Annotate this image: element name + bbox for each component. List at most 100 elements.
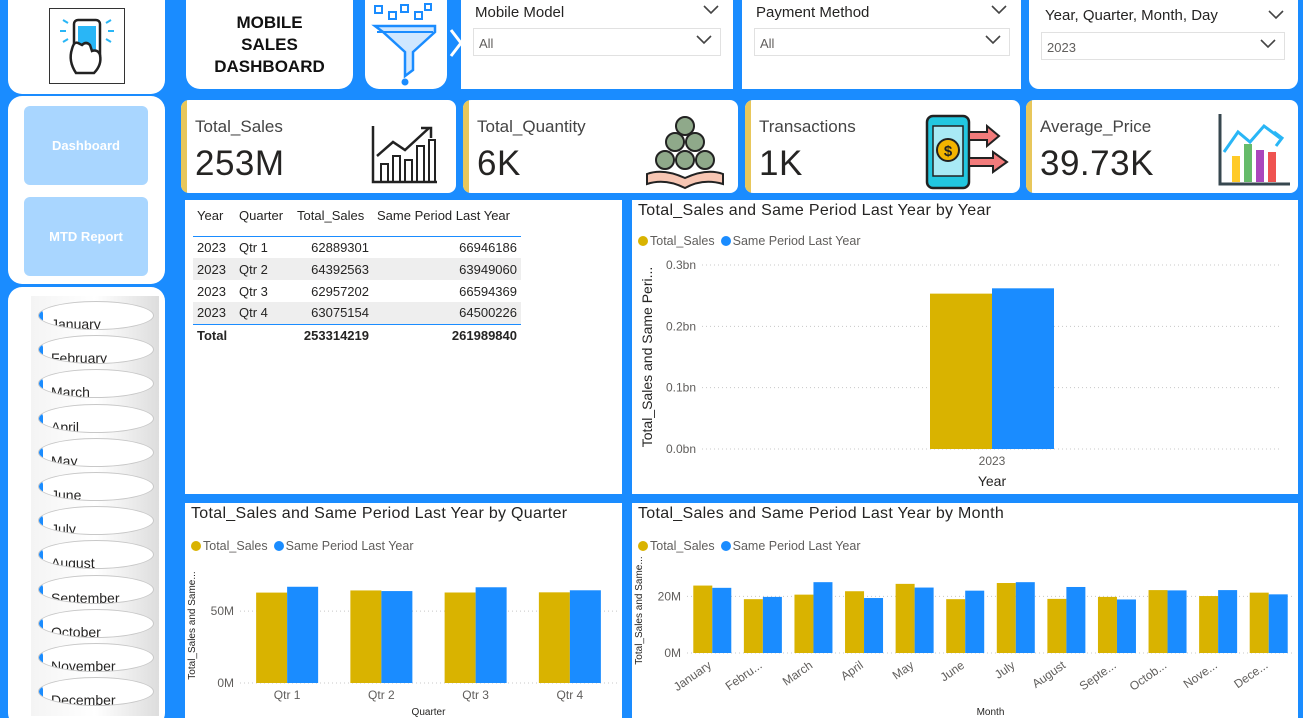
bar [794, 594, 814, 653]
bar [1199, 596, 1219, 653]
chevron-down-icon [985, 35, 1001, 45]
bar [996, 583, 1016, 653]
date-dropdown[interactable]: 2023 [1041, 32, 1285, 60]
x-tick-label: June [938, 658, 968, 685]
chevron-down-icon [1260, 39, 1276, 49]
month-label: December [51, 692, 116, 707]
chart-title: Total_Sales and Same Period Last Year by… [191, 505, 568, 522]
x-tick-label: Qtr 3 [462, 688, 489, 702]
legend-dot [638, 541, 648, 551]
payment-method-slicer: Payment Method All [742, 0, 1021, 89]
bar [569, 590, 601, 683]
line-chart-icon [371, 126, 437, 184]
month-slicer-item[interactable]: April [38, 403, 154, 433]
legend-item[interactable]: Total_Sales [638, 234, 715, 248]
x-tick-label: Dece... [1231, 658, 1270, 691]
x-tick-label: Nove... [1181, 658, 1220, 691]
table-cell: Qtr 1 [239, 239, 268, 255]
mtd-report-button[interactable]: MTD Report [24, 197, 148, 276]
table-total-label: Total [197, 327, 228, 343]
month-slicer-item[interactable]: November [38, 643, 154, 672]
table-header[interactable]: Total_Sales [293, 208, 373, 236]
kpi-label: Transactions [759, 117, 856, 136]
y-tick-label: 0M [664, 646, 681, 660]
chart-legend: Total_Sales Same Period Last Year [638, 234, 861, 248]
legend-item[interactable]: Same Period Last Year [720, 234, 861, 248]
chart-sales-by-month: Total_Sales and Same Period Last Year by… [632, 503, 1298, 718]
y-tick-label: 0.0bn [666, 442, 696, 456]
chart-plot: 0M 50M Qtr 1 Qtr 2 Qtr 3 Qtr 4 Quarter Total_Sa… [187, 571, 617, 718]
month-label: June [51, 487, 82, 501]
month-slicer-item[interactable]: September [38, 574, 154, 604]
bar [895, 583, 915, 653]
month-slicer-item[interactable]: October [38, 608, 154, 638]
month-slicer-item[interactable]: January [38, 301, 154, 330]
legend-label: Same Period Last Year [732, 539, 861, 553]
bar [992, 288, 1054, 449]
y-tick-label: 50M [211, 604, 234, 618]
x-tick-label: March [780, 658, 815, 689]
slicer-title: Year, Quarter, Month, Day [1045, 7, 1218, 24]
legend-item[interactable]: Total_Sales [191, 539, 268, 553]
table-header[interactable]: Same Period Last Year [373, 208, 521, 236]
bar [845, 591, 865, 653]
chevron-down-icon[interactable] [991, 5, 1007, 15]
legend-item[interactable]: Same Period Last Year [720, 539, 861, 553]
kpi-label: Total_Quantity [477, 117, 586, 136]
x-tick-label: August [1029, 658, 1068, 691]
chevron-down-icon[interactable] [703, 5, 719, 15]
navigation-panel: Dashboard MTD Report [8, 96, 165, 284]
bar [914, 587, 934, 653]
svg-text:$: $ [944, 143, 953, 160]
month-slicer-item[interactable]: May [38, 437, 154, 467]
y-tick-label: 0.2bn [666, 319, 696, 333]
bar [1116, 599, 1136, 653]
legend-item[interactable]: Total_Sales [638, 539, 715, 553]
table-cell: 64392563 [311, 261, 369, 277]
x-tick-label: Qtr 4 [557, 688, 584, 702]
bar [256, 592, 288, 683]
table-row: 2023 Qtr 4 63075154 64500226 [193, 302, 521, 324]
kpi-accent [181, 100, 187, 193]
payment-method-dropdown[interactable]: All [754, 28, 1010, 56]
kpi-accent [1026, 100, 1032, 193]
legend-label: Total_Sales [650, 234, 715, 248]
month-slicer-item[interactable]: February [38, 335, 154, 365]
bar [946, 599, 966, 653]
bar [693, 585, 713, 653]
kpi-accent [745, 100, 751, 193]
table-cell: 64500226 [459, 305, 517, 321]
mobile-model-dropdown[interactable]: All [473, 28, 721, 56]
kpi-total-sales: Total_Sales 253M [181, 100, 456, 193]
dropdown-value: All [479, 36, 494, 51]
bar [1047, 598, 1067, 653]
dashboard-button[interactable]: Dashboard [24, 106, 148, 185]
table-cell: 2023 [197, 283, 226, 299]
table-header[interactable]: Quarter [235, 208, 293, 236]
bar [762, 596, 782, 653]
x-tick-label: Octob... [1127, 658, 1169, 694]
table-cell: 2023 [197, 261, 226, 277]
month-slicer-item[interactable]: December [38, 677, 154, 707]
month-label: August [51, 555, 95, 570]
legend-dot [720, 541, 731, 551]
x-axis-title: Year [978, 473, 1007, 489]
month-slicer-item[interactable]: June [38, 472, 154, 501]
x-tick-label: April [838, 658, 866, 683]
legend-item[interactable]: Same Period Last Year [273, 539, 414, 553]
bar [864, 598, 884, 653]
table-cell: 63075154 [311, 305, 369, 321]
chevron-down-icon[interactable] [1268, 10, 1284, 20]
table-cell: 63949060 [459, 261, 517, 277]
x-axis-title: Quarter [412, 707, 447, 718]
x-tick-label: Febru... [723, 658, 765, 693]
filter-card[interactable] [365, 0, 447, 89]
bar [1249, 592, 1269, 653]
bar [743, 599, 763, 653]
month-label: March [51, 384, 90, 399]
chart-title: Total_Sales and Same Period Last Year by… [638, 505, 1005, 522]
month-slicer-item[interactable]: July [38, 506, 154, 536]
kpi-value: 39.73K [1040, 144, 1154, 183]
table-header[interactable]: Year [193, 208, 235, 236]
month-label: July [51, 521, 76, 536]
